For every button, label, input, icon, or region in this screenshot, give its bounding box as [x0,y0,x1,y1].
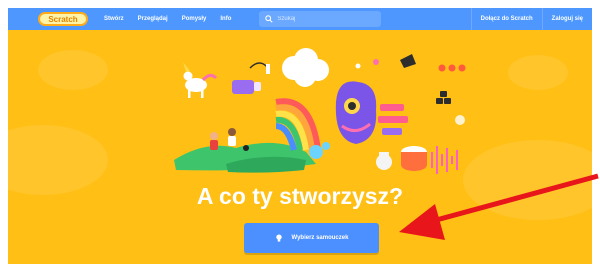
choose-tutorial-button[interactable]: Wybierz samouczek [244,223,379,253]
background-blob [508,55,568,90]
nav-link-create[interactable]: Stwórz [104,16,124,22]
search-input[interactable] [273,16,378,22]
top-navbar: Scratch Stwórz Przeglądaj Pomysły Info D… [8,8,592,30]
search-box[interactable] [259,11,382,27]
hero-headline: A co ty stworzysz? [196,183,404,209]
background-blob [38,50,108,90]
nav-link-about[interactable]: Info [220,16,231,22]
join-scratch-button[interactable]: Dołącz do Scratch [470,8,542,30]
hero-section: A co ty stworzysz? Wybierz samouczek [8,30,592,264]
nav-link-ideas[interactable]: Pomysły [182,16,207,22]
lightbulb-icon [275,233,282,242]
scratch-logo[interactable]: Scratch [38,12,88,26]
choose-tutorial-label: Wybierz samouczek [291,235,349,241]
hero-illustration [174,48,466,174]
sign-in-button[interactable]: Zaloguj się [541,8,592,30]
search-icon [265,15,273,23]
nav-link-explore[interactable]: Przeglądaj [138,16,168,22]
